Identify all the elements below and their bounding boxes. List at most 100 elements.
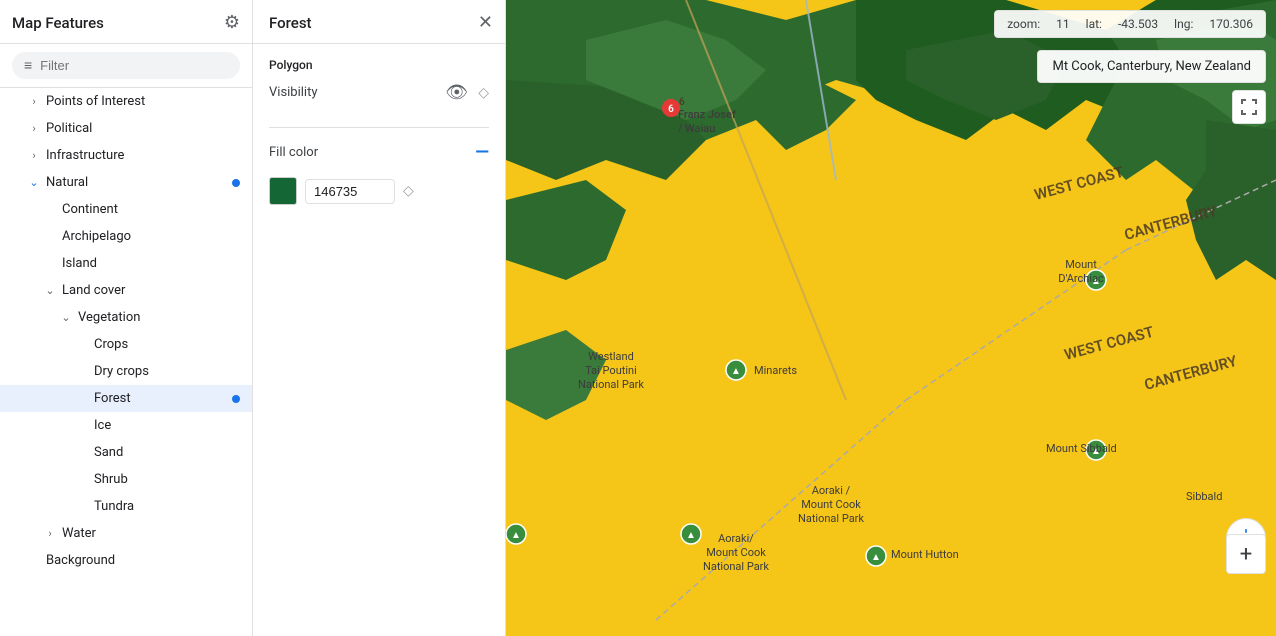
sidebar-list: › Points of Interest › Political › Infra… [0, 88, 252, 636]
gear-icon[interactable]: ⚙ [224, 12, 240, 33]
visibility-icon[interactable]: 👁 [445, 82, 468, 103]
sidebar-item-political[interactable]: › Political [0, 115, 252, 142]
color-hex-input[interactable] [305, 179, 395, 204]
svg-text:D'Archiac: D'Archiac [1058, 272, 1104, 285]
fill-color-section: Fill color — ◇ [253, 128, 505, 215]
sidebar-item-crops[interactable]: Crops [0, 331, 252, 358]
visibility-label: Visibility [269, 85, 318, 100]
zoom-in-button[interactable]: + [1226, 534, 1266, 574]
sidebar-item-land-cover[interactable]: ⌄ Land cover [0, 277, 252, 304]
location-text: Mt Cook, Canterbury, New Zealand [1052, 59, 1251, 74]
color-swatch[interactable] [269, 177, 297, 205]
sidebar-item-label: Infrastructure [46, 148, 124, 163]
map-status-bar: zoom: 11 lat: -43.503 lng: 170.306 [994, 10, 1266, 38]
sidebar-item-island[interactable]: Island [0, 250, 252, 277]
fill-color-label: Fill color [269, 145, 318, 160]
sidebar-item-tundra[interactable]: Tundra [0, 493, 252, 520]
sidebar-item-label: Forest [94, 391, 131, 406]
sidebar-item-label: Shrub [94, 472, 128, 487]
sidebar-item-label: Archipelago [62, 229, 131, 244]
chevron-down-icon: ⌄ [60, 311, 72, 324]
svg-text:Westland: Westland [588, 350, 634, 363]
lat-label: lat: [1086, 17, 1102, 31]
map-expand-button[interactable] [1232, 90, 1266, 124]
diamond-icon[interactable]: ◇ [478, 85, 489, 101]
sidebar-item-label: Dry crops [94, 364, 149, 379]
sidebar-item-continent[interactable]: Continent [0, 196, 252, 223]
chevron-right-icon: › [28, 149, 40, 162]
zoom-value: 11 [1056, 17, 1070, 31]
svg-text:▲: ▲ [686, 530, 696, 541]
svg-text:Aoraki /: Aoraki / [812, 484, 851, 497]
chevron-right-icon: › [44, 527, 56, 540]
sidebar-item-background[interactable]: Background [0, 547, 252, 574]
svg-text:/ Waiau: / Waiau [678, 122, 715, 135]
polygon-label: Polygon [269, 58, 489, 72]
svg-text:6: 6 [679, 97, 685, 108]
sidebar-item-shrub[interactable]: Shrub [0, 466, 252, 493]
fill-color-header-row: Fill color — [269, 142, 489, 163]
sidebar-item-dry-crops[interactable]: Dry crops [0, 358, 252, 385]
chevron-right-icon: › [28, 95, 40, 108]
sidebar-item-label: Continent [62, 202, 118, 217]
sidebar-item-water[interactable]: › Water [0, 520, 252, 547]
sidebar-item-label: Land cover [62, 283, 125, 298]
sidebar-item-sand[interactable]: Sand [0, 439, 252, 466]
forest-dot [232, 395, 240, 403]
lng-label: lng: [1174, 17, 1193, 31]
chevron-right-icon: › [28, 122, 40, 135]
filter-input[interactable] [40, 58, 228, 73]
fill-minus-icon[interactable]: — [475, 142, 489, 163]
svg-text:Aoraki/: Aoraki/ [718, 532, 754, 545]
expand-icon [1240, 98, 1258, 116]
svg-text:Mount: Mount [1065, 258, 1097, 271]
filter-icon: ≡ [24, 57, 32, 74]
feature-panel-header: Forest ✕ [253, 0, 505, 44]
sidebar-item-label: Tundra [94, 499, 134, 514]
feature-panel: Forest ✕ Polygon Visibility 👁 ◇ Fill col… [253, 0, 506, 636]
close-icon[interactable]: ✕ [478, 12, 493, 33]
natural-dot [232, 179, 240, 187]
sidebar-item-forest[interactable]: Forest [0, 385, 252, 412]
sidebar-item-label: Background [46, 553, 115, 568]
sidebar-header: Map Features ⚙ [0, 0, 252, 44]
svg-text:Minarets: Minarets [754, 364, 797, 377]
sidebar-item-points-of-interest[interactable]: › Points of Interest [0, 88, 252, 115]
map-location-tooltip: Mt Cook, Canterbury, New Zealand [1037, 50, 1266, 83]
svg-text:Franz Josef: Franz Josef [678, 108, 736, 121]
svg-text:Mount Hutton: Mount Hutton [891, 548, 959, 561]
polygon-section: Polygon Visibility 👁 ◇ [253, 44, 505, 127]
svg-text:Mount Sibbald: Mount Sibbald [1046, 442, 1117, 455]
sidebar-item-label: Vegetation [78, 310, 140, 325]
sidebar-title: Map Features [12, 14, 104, 32]
sidebar-item-label: Island [62, 256, 97, 271]
filter-bar: ≡ [0, 44, 252, 88]
svg-text:Mount Cook: Mount Cook [706, 546, 766, 559]
sidebar-item-label: Crops [94, 337, 128, 352]
color-row: ◇ [269, 177, 489, 205]
sidebar-item-archipelago[interactable]: Archipelago [0, 223, 252, 250]
sidebar-item-ice[interactable]: Ice [0, 412, 252, 439]
svg-text:Sibbald: Sibbald [1186, 490, 1222, 503]
sidebar-item-vegetation[interactable]: ⌄ Vegetation [0, 304, 252, 331]
filter-input-wrap: ≡ [12, 52, 240, 79]
color-diamond-icon[interactable]: ◇ [403, 183, 414, 199]
sidebar-item-natural[interactable]: ⌄ Natural [0, 169, 252, 196]
map-area: WEST COAST WEST COAST CANTERBURY CANTERB… [506, 0, 1276, 636]
svg-text:National Park: National Park [798, 512, 864, 525]
zoom-label: zoom: [1007, 17, 1040, 31]
svg-text:▲: ▲ [511, 530, 521, 541]
svg-text:▲: ▲ [871, 552, 881, 563]
svg-text:Tai Poutini: Tai Poutini [585, 364, 637, 377]
svg-text:▲: ▲ [731, 366, 741, 377]
lat-value: -43.503 [1118, 17, 1158, 31]
sidebar-item-label: Sand [94, 445, 123, 460]
feature-panel-title: Forest [269, 14, 312, 32]
sidebar-item-label: Ice [94, 418, 111, 433]
sidebar: Map Features ⚙ ≡ › Points of Interest › … [0, 0, 253, 636]
sidebar-item-label: Water [62, 526, 96, 541]
svg-text:Mount Cook: Mount Cook [801, 498, 861, 511]
svg-text:6: 6 [668, 104, 674, 115]
sidebar-item-infrastructure[interactable]: › Infrastructure [0, 142, 252, 169]
chevron-down-icon: ⌄ [44, 284, 56, 297]
